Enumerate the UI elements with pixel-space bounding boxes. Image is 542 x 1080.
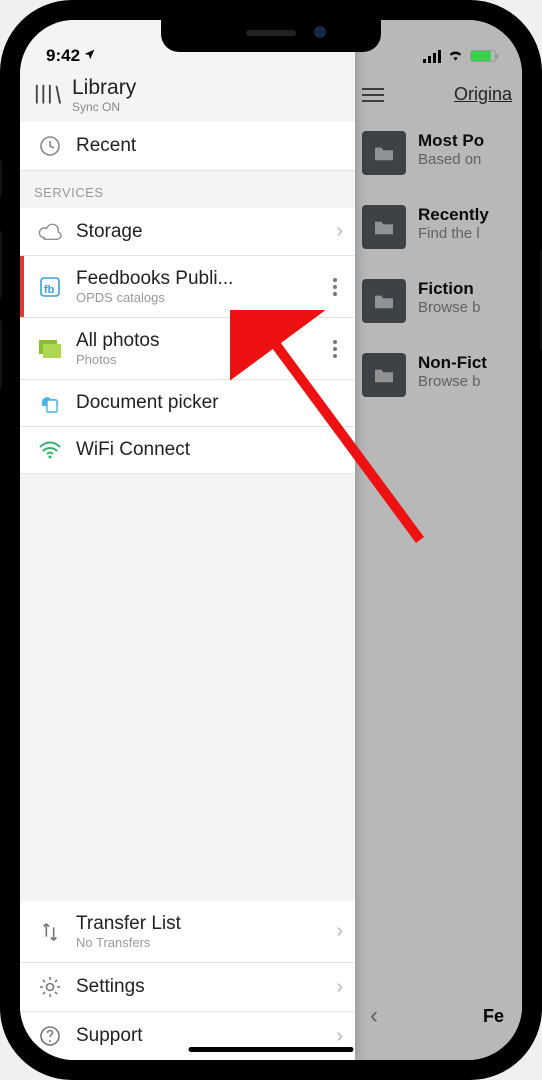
cloud-icon <box>34 223 66 241</box>
chevron-right-icon: › <box>336 976 343 999</box>
status-time: 9:42 <box>46 46 80 66</box>
folder-icon <box>362 353 406 397</box>
services-label: SERVICES <box>20 171 355 208</box>
catalog-item-title: Recently <box>418 205 489 225</box>
catalog-item-sub: Find the l <box>418 225 489 242</box>
allphotos-row[interactable]: All photos Photos <box>20 318 355 380</box>
catalog-item-title: Non-Fict <box>418 353 487 373</box>
more-options-icon[interactable] <box>327 278 343 296</box>
catalog-item-title: Most Po <box>418 131 484 151</box>
feedbooks-subtitle: OPDS catalogs <box>76 290 323 305</box>
back-chevron-icon[interactable]: ‹ <box>370 1002 378 1030</box>
help-icon <box>34 1024 66 1048</box>
catalog-item[interactable]: Non-FictBrowse b <box>352 343 522 417</box>
highlight-marker <box>20 256 24 317</box>
notch <box>161 20 381 52</box>
catalog-item-title: Fiction <box>418 279 481 299</box>
catalog-item[interactable]: Most PoBased on <box>352 121 522 195</box>
side-button <box>0 160 2 198</box>
bg-bottom-text: Fe <box>483 1006 504 1027</box>
wifi-icon <box>447 46 464 66</box>
catalog-item[interactable]: FictionBrowse b <box>352 269 522 343</box>
wifi-signal-icon <box>34 441 66 459</box>
photos-icon <box>34 339 66 359</box>
catalog-item[interactable]: RecentlyFind the l <box>352 195 522 269</box>
library-drawer: Library Sync ON Recent SERVICES <box>20 20 355 1060</box>
support-label: Support <box>76 1025 336 1047</box>
drawer-sync-status: Sync ON <box>72 100 136 114</box>
settings-row[interactable]: Settings › <box>20 963 355 1012</box>
documentpicker-label: Document picker <box>76 392 343 414</box>
side-button <box>0 320 2 390</box>
signal-icon <box>423 50 441 63</box>
storage-label: Storage <box>76 221 336 243</box>
wificonnect-row[interactable]: WiFi Connect <box>20 427 355 474</box>
recent-row[interactable]: Recent <box>20 122 355 171</box>
feedbooks-row[interactable]: fb Feedbooks Publi... OPDS catalogs <box>20 256 355 318</box>
catalog-item-sub: Browse b <box>418 373 487 390</box>
catalog-item-sub: Browse b <box>418 299 481 316</box>
folder-icon <box>362 205 406 249</box>
location-icon <box>83 46 96 66</box>
chevron-right-icon: › <box>336 220 343 243</box>
gear-icon <box>34 975 66 999</box>
catalog-item-sub: Based on <box>418 151 484 168</box>
chevron-right-icon: › <box>336 1025 343 1048</box>
clock-icon <box>34 134 66 158</box>
svg-text:fb: fb <box>44 284 55 296</box>
transferlist-title: Transfer List <box>76 913 336 935</box>
support-row[interactable]: Support › <box>20 1012 355 1060</box>
background-catalog: Origina Most PoBased on RecentlyFind the… <box>352 20 522 1060</box>
side-button <box>0 230 2 300</box>
settings-label: Settings <box>76 976 336 998</box>
allphotos-subtitle: Photos <box>76 352 323 367</box>
chevron-right-icon: › <box>336 920 343 943</box>
folder-icon <box>362 131 406 175</box>
transferlist-row[interactable]: Transfer List No Transfers › <box>20 901 355 963</box>
documentpicker-row[interactable]: Document picker <box>20 380 355 427</box>
phone-frame: 9:42 Origina <box>0 0 542 1080</box>
feedbooks-icon: fb <box>34 275 66 299</box>
recent-label: Recent <box>76 135 343 157</box>
transfer-icon <box>34 921 66 943</box>
home-indicator[interactable] <box>189 1047 354 1052</box>
storage-row[interactable]: Storage › <box>20 208 355 256</box>
app-logo-icon <box>34 83 62 107</box>
battery-icon <box>470 50 496 62</box>
transferlist-subtitle: No Transfers <box>76 935 336 950</box>
document-cloud-icon <box>34 392 66 414</box>
more-options-icon[interactable] <box>327 340 343 358</box>
wificonnect-label: WiFi Connect <box>76 439 343 461</box>
feedbooks-title: Feedbooks Publi... <box>76 268 323 290</box>
allphotos-title: All photos <box>76 330 323 352</box>
bg-nav-link[interactable]: Origina <box>454 84 512 105</box>
hamburger-icon[interactable] <box>362 88 384 102</box>
drawer-title: Library <box>72 76 136 100</box>
folder-icon <box>362 279 406 323</box>
